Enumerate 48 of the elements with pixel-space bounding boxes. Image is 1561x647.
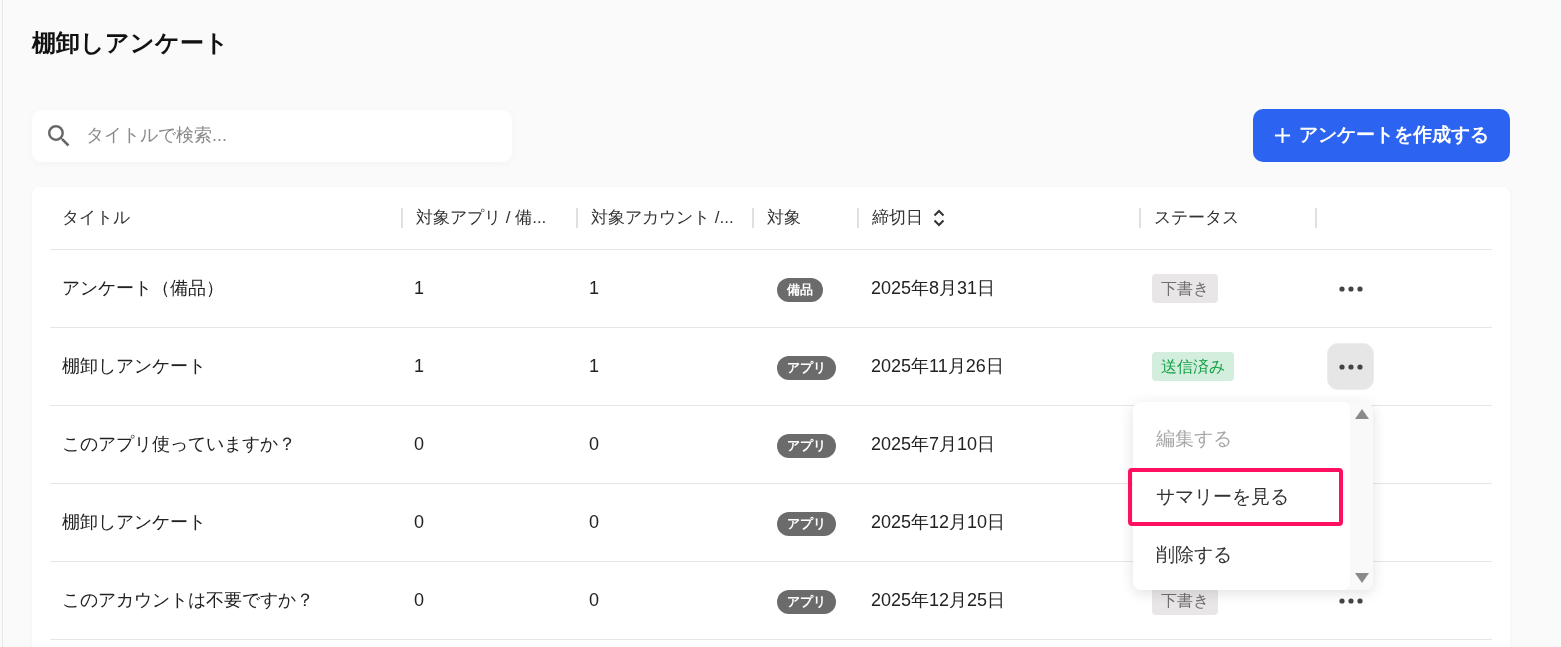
status-badge: 送信済み — [1152, 352, 1234, 381]
search-field[interactable]: タイトルで検索... — [32, 109, 512, 162]
search-icon — [48, 124, 70, 147]
deadline-cell: 2025年8月31日 — [871, 278, 996, 298]
target-badge: アプリ — [777, 355, 836, 380]
more-icon — [1338, 285, 1363, 292]
account-count-cell: 1 — [589, 278, 599, 298]
plus-icon — [1274, 127, 1291, 144]
column-header[interactable]: 締切日 — [872, 205, 923, 231]
app-count-cell: 1 — [414, 356, 424, 376]
column-header: 対象アカウント /... — [591, 207, 734, 230]
column-header: タイトル — [62, 207, 130, 230]
more-icon — [1338, 363, 1363, 370]
more-button[interactable] — [1328, 344, 1373, 389]
title-cell: 棚卸しアンケート — [62, 512, 206, 532]
column-header: ステータス — [1154, 207, 1239, 230]
scroll-up-icon[interactable] — [1354, 409, 1369, 419]
app-count-cell: 0 — [414, 590, 424, 610]
title-cell: このアカウントは不要ですか？ — [62, 590, 314, 610]
deadline-cell: 2025年7月10日 — [871, 434, 996, 454]
target-badge: アプリ — [777, 589, 836, 614]
title-cell: アンケート（備品） — [62, 278, 224, 298]
deadline-cell: 2025年11月26日 — [871, 356, 1004, 376]
status-badge: 下書き — [1152, 274, 1218, 303]
app-count-cell: 0 — [414, 512, 424, 532]
deadline-cell: 2025年12月10日 — [871, 512, 1006, 532]
deadline-cell: 2025年12月25日 — [871, 590, 1006, 610]
app-count-cell: 1 — [414, 278, 424, 298]
create-survey-button[interactable]: アンケートを作成する — [1253, 109, 1510, 162]
account-count-cell: 1 — [589, 356, 599, 376]
app-count-cell: 0 — [414, 434, 424, 454]
title-cell: 棚卸しアンケート — [62, 356, 206, 376]
account-count-cell: 0 — [589, 590, 599, 610]
search-input[interactable]: タイトルで検索... — [86, 122, 512, 149]
menu-item[interactable]: 削除する — [1128, 526, 1343, 584]
sort-icon[interactable] — [933, 209, 945, 227]
target-badge: 備品 — [777, 277, 823, 302]
account-count-cell: 0 — [589, 512, 599, 532]
scroll-down-icon[interactable] — [1354, 573, 1369, 583]
column-header: 対象 — [767, 207, 801, 230]
more-icon — [1338, 597, 1363, 604]
menu-item[interactable]: サマリーを見る — [1128, 468, 1343, 526]
target-badge: アプリ — [777, 511, 836, 536]
target-badge: アプリ — [777, 433, 836, 458]
account-count-cell: 0 — [589, 434, 599, 454]
column-header: 対象アプリ / 備... — [416, 207, 547, 230]
title-cell: このアプリ使っていますか？ — [62, 434, 296, 454]
page-title: 棚卸しアンケート — [32, 28, 229, 58]
